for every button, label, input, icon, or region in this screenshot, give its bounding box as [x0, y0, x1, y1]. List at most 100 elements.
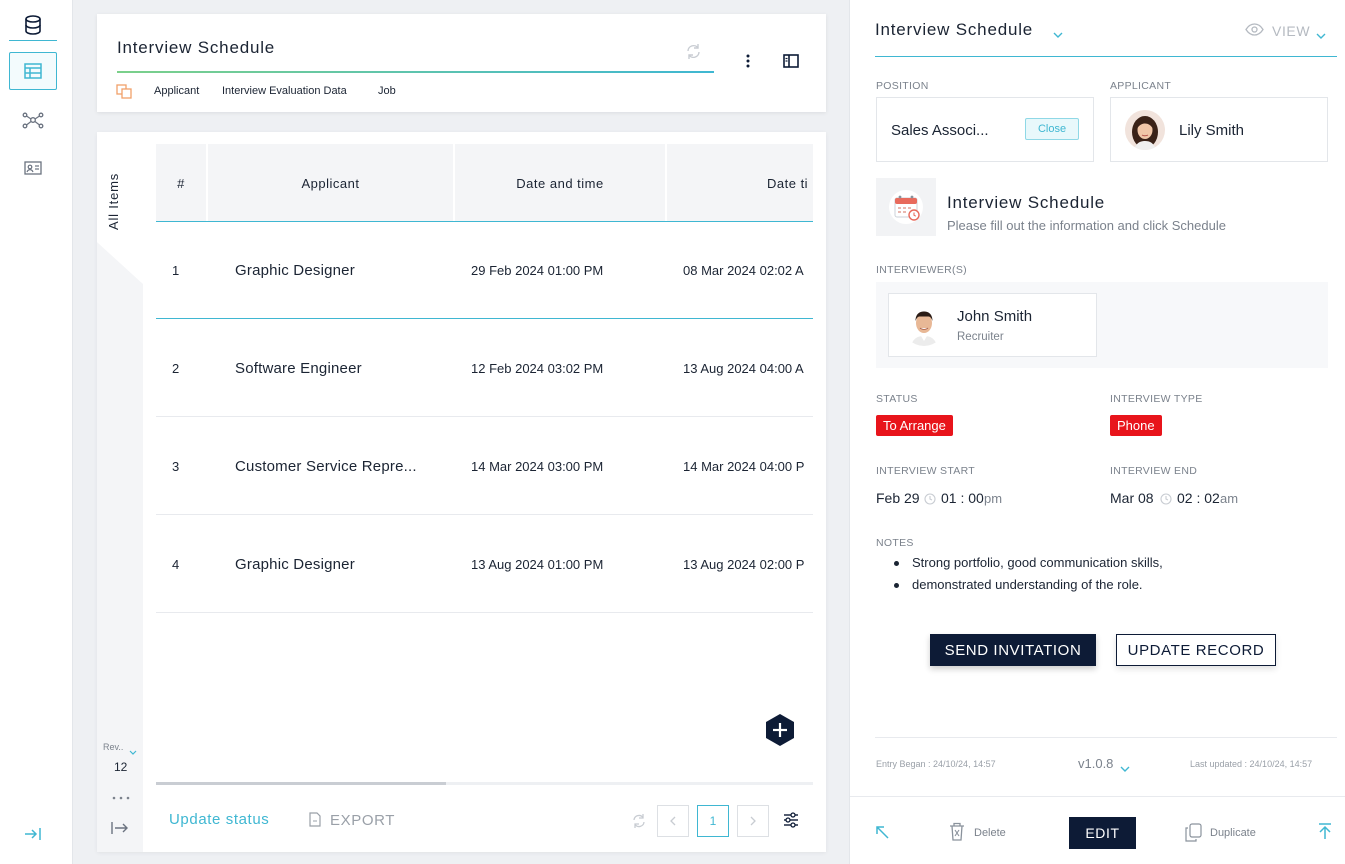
interview-type-badge[interactable]: Phone	[1110, 415, 1162, 436]
chevron-down-icon[interactable]	[1316, 27, 1326, 45]
panel-title[interactable]: Interview Schedule	[875, 20, 1033, 40]
chevron-right-icon	[750, 816, 756, 826]
row-date-2: 13 Aug 2024 04:00 A	[683, 361, 804, 376]
applicant-card[interactable]: Lily Smith	[1110, 97, 1328, 162]
entry-began-text: Entry Began : 24/10/24, 14:57	[876, 759, 996, 769]
eye-icon[interactable]	[1245, 23, 1264, 41]
calendar-icon	[876, 178, 936, 236]
scrollbar-thumb[interactable]	[156, 782, 446, 785]
row-applicant: Software Engineer	[235, 360, 362, 377]
interview-end-date[interactable]: Mar 08	[1110, 490, 1154, 506]
link-applicant[interactable]: Applicant	[154, 85, 199, 97]
row-number: 2	[172, 361, 180, 376]
detail-panel: Interview Schedule VIEW POSITION Sales A…	[849, 0, 1345, 864]
horizontal-scrollbar[interactable]	[156, 782, 813, 785]
table-row[interactable]: 3 Customer Service Repre... 14 Mar 2024 …	[156, 418, 813, 515]
schedule-subtitle: Please fill out the information and clic…	[947, 218, 1226, 233]
column-header-number[interactable]: #	[156, 144, 206, 222]
row-applicant: Graphic Designer	[235, 556, 355, 573]
update-record-button[interactable]: UPDATE RECORD	[1116, 634, 1276, 666]
interview-end-label: INTERVIEW END	[1110, 465, 1198, 477]
interview-start-time[interactable]: 01 : 00	[941, 490, 984, 506]
applicant-avatar-icon	[1132, 116, 1158, 150]
applicant-name: Lily Smith	[1179, 122, 1245, 139]
avatar	[903, 304, 945, 346]
next-page-button[interactable]	[737, 805, 769, 837]
update-status-button[interactable]: Update status	[169, 811, 269, 828]
interview-end-ampm[interactable]: am	[1220, 491, 1238, 506]
status-badge[interactable]: To Arrange	[876, 415, 953, 436]
edit-button[interactable]: EDIT	[1069, 817, 1136, 849]
revision-label[interactable]: Rev..	[103, 742, 123, 752]
database-icon[interactable]	[9, 6, 57, 44]
network-icon[interactable]	[9, 101, 57, 139]
table-row[interactable]: 4 Graphic Designer 13 Aug 2024 01:00 PM …	[156, 516, 813, 613]
chevron-down-icon[interactable]	[129, 743, 137, 761]
tab-fold-corner	[97, 242, 143, 284]
row-date-1: 14 Mar 2024 03:00 PM	[471, 459, 604, 474]
interviewer-card[interactable]: John Smith Recruiter	[888, 293, 1097, 357]
title-underline	[117, 71, 714, 73]
more-vertical-icon[interactable]	[745, 53, 751, 74]
applicant-label: APPLICANT	[1110, 80, 1172, 92]
version-selector[interactable]: v1.0.8	[1078, 756, 1113, 771]
chevron-down-icon[interactable]	[1120, 760, 1130, 778]
expand-icon[interactable]	[111, 821, 129, 840]
status-label: STATUS	[876, 393, 918, 405]
row-number: 1	[172, 263, 180, 278]
trash-icon[interactable]	[949, 822, 965, 846]
link-job[interactable]: Job	[378, 85, 396, 97]
interview-type-label: INTERVIEW TYPE	[1110, 393, 1203, 405]
clock-icon	[924, 492, 936, 510]
note-line: Strong portfolio, good communication ski…	[912, 555, 1163, 570]
bullet	[894, 561, 899, 566]
scroll-top-icon[interactable]	[1318, 823, 1332, 845]
contact-card-icon[interactable]	[9, 149, 57, 187]
row-number: 3	[172, 459, 180, 474]
interviewers-label: INTERVIEWER(S)	[876, 264, 967, 276]
collapse-up-left-icon[interactable]	[875, 825, 890, 845]
table-row[interactable]: 2 Software Engineer 12 Feb 2024 03:02 PM…	[156, 320, 813, 417]
link-interview-evaluation[interactable]: Interview Evaluation Data	[222, 85, 347, 97]
schedule-title: Interview Schedule	[947, 193, 1106, 212]
column-header-datetime-2[interactable]: Date ti	[667, 144, 813, 222]
column-header-datetime[interactable]: Date and time	[455, 144, 665, 222]
interview-start-date[interactable]: Feb 29	[876, 490, 920, 506]
interview-end-time[interactable]: 02 : 02	[1177, 490, 1220, 506]
position-close-badge[interactable]: Close	[1025, 118, 1079, 140]
left-rail	[0, 0, 73, 864]
page-number-button[interactable]: 1	[697, 805, 729, 837]
row-applicant: Graphic Designer	[235, 262, 355, 279]
page-title: Interview Schedule	[117, 38, 276, 57]
filter-settings-icon[interactable]	[783, 812, 799, 833]
divider	[875, 737, 1337, 738]
table-icon[interactable]	[9, 52, 57, 90]
table-row[interactable]: 1 Graphic Designer 29 Feb 2024 01:00 PM …	[156, 222, 813, 319]
rail-divider	[9, 40, 57, 41]
position-label: POSITION	[876, 80, 929, 92]
revision-count: 12	[114, 760, 128, 774]
refresh-icon[interactable]	[685, 43, 702, 65]
duplicate-icon[interactable]	[1184, 823, 1202, 847]
row-applicant: Customer Service Repre...	[235, 458, 417, 475]
position-card[interactable]: Sales Associ... Close	[876, 97, 1094, 162]
more-horizontal-icon[interactable]	[111, 788, 131, 806]
clock-icon	[1160, 492, 1172, 510]
interview-start-ampm[interactable]: pm	[984, 491, 1002, 506]
header-card: Interview Schedule Applicant Interview E…	[97, 14, 826, 112]
prev-page-button[interactable]	[657, 805, 689, 837]
reload-icon[interactable]	[631, 813, 647, 834]
chevron-down-icon[interactable]	[1053, 26, 1063, 44]
chevron-left-icon	[670, 816, 676, 826]
duplicate-button[interactable]: Duplicate	[1210, 827, 1256, 839]
panel-toggle-icon[interactable]	[783, 54, 799, 73]
export-file-icon[interactable]	[309, 812, 321, 832]
collapse-right-icon[interactable]	[9, 815, 57, 853]
add-record-button[interactable]	[764, 713, 796, 752]
row-date-1: 13 Aug 2024 01:00 PM	[471, 557, 604, 572]
export-button[interactable]: EXPORT	[330, 812, 395, 829]
send-invitation-button[interactable]: SEND INVITATION	[930, 634, 1096, 666]
delete-button[interactable]: Delete	[974, 827, 1006, 839]
view-mode-label[interactable]: VIEW	[1272, 23, 1310, 39]
column-header-applicant[interactable]: Applicant	[208, 144, 453, 222]
